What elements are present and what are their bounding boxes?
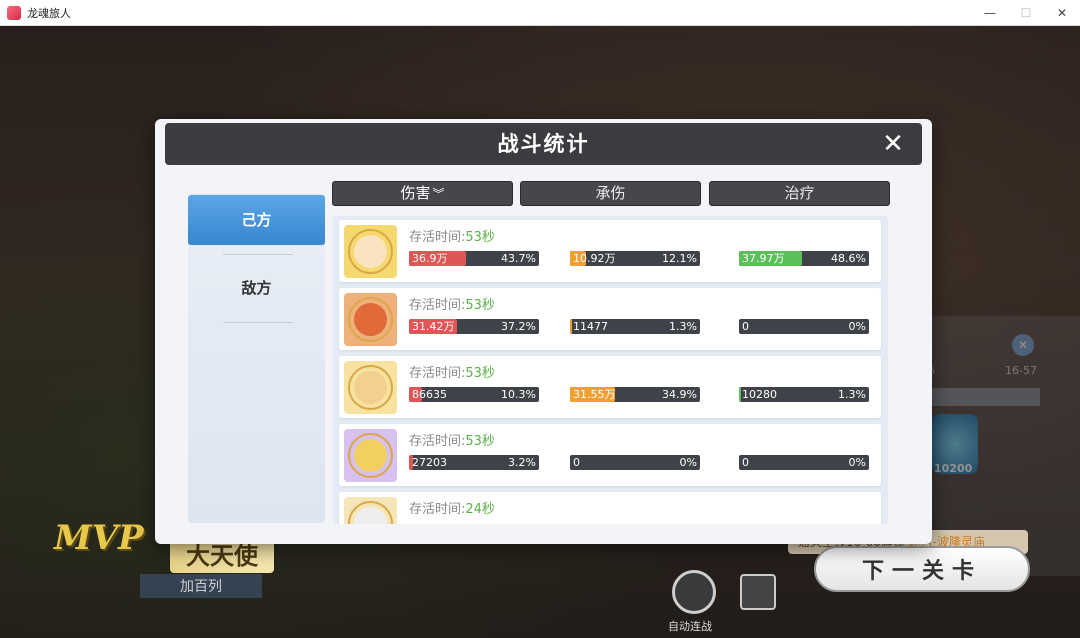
healing-bar: 10280 1.3% — [739, 387, 869, 402]
damage-taken-bar-value: 31.55万 — [573, 388, 616, 401]
survive-time: 存活时间:53秒 — [409, 294, 495, 313]
healing-bar-value: 10280 — [742, 388, 777, 401]
tab-healing[interactable]: 治疗 — [709, 181, 890, 206]
character-row: 存活时间:53秒 86635 10.3% 31.55万 34.9% 10280 1.3% — [339, 356, 881, 418]
healing-bar-percent: 0% — [848, 456, 866, 469]
battle-stats-button[interactable] — [740, 574, 776, 610]
sort-desc-icon: ︾ — [432, 187, 445, 201]
damage-bar-value: 27203 — [412, 456, 447, 469]
window-titlebar: 龙魂旅人 — ☐ ✕ — [0, 0, 1080, 26]
character-row: 存活时间:53秒 31.42万 37.2% 11477 1.3% 0 0% — [339, 288, 881, 350]
survive-label: 存活时间: — [409, 366, 466, 381]
character-avatar[interactable] — [344, 361, 397, 414]
survive-value: 53秒 — [465, 230, 495, 245]
survive-label: 存活时间: — [409, 434, 466, 449]
damage-bar-percent: 3.2% — [508, 456, 536, 469]
avatar-portrait — [354, 371, 387, 404]
auto-battle-label: 自动连战 — [668, 620, 712, 633]
character-row: 存活时间:24秒 — [339, 492, 881, 524]
tab-divider — [223, 322, 293, 323]
tab-divider — [223, 254, 293, 255]
healing-bar-percent: 1.3% — [838, 388, 866, 401]
damage-bar-percent: 10.3% — [501, 388, 536, 401]
tab-damage[interactable]: 伤害 ︾ — [332, 181, 513, 206]
window-title: 龙魂旅人 — [27, 6, 71, 20]
healing-bar-value: 37.97万 — [742, 252, 785, 265]
character-avatar[interactable] — [344, 293, 397, 346]
survive-time: 存活时间:24秒 — [409, 498, 495, 517]
survive-label: 存活时间: — [409, 230, 466, 245]
damage-taken-bar: 10.92万 12.1% — [570, 251, 700, 266]
dialog-title: 战斗统计 — [497, 132, 590, 156]
damage-bar: 27203 3.2% — [409, 455, 539, 470]
damage-bar-value: 31.42万 — [412, 320, 455, 333]
survive-time: 存活时间:53秒 — [409, 430, 495, 449]
healing-bar-percent: 48.6% — [831, 252, 866, 265]
character-avatar[interactable] — [344, 429, 397, 482]
tab-damage-label: 伤害 — [400, 184, 431, 202]
mvp-name: 加百列 — [140, 574, 262, 598]
damage-taken-bar-value: 0 — [573, 456, 580, 469]
damage-bar: 86635 10.3% — [409, 387, 539, 402]
tab-damage-taken[interactable]: 承伤 — [520, 181, 701, 206]
mvp-badge: MVP — [54, 518, 144, 558]
avatar-portrait — [354, 235, 387, 268]
damage-taken-bar-fill — [570, 319, 572, 334]
damage-bar-value: 86635 — [412, 388, 447, 401]
close-icon[interactable]: ✕ — [880, 131, 906, 157]
dialog-header: 战斗统计 ✕ — [165, 123, 922, 165]
next-stage-button[interactable]: 下一关卡 — [814, 546, 1030, 592]
survive-value: 53秒 — [465, 298, 495, 313]
tab-own-side[interactable]: 己方 — [188, 195, 325, 245]
damage-taken-bar-value: 10.92万 — [573, 252, 616, 265]
damage-bar: 31.42万 37.2% — [409, 319, 539, 334]
survive-value: 24秒 — [465, 502, 495, 517]
damage-bar: 36.9万 43.7% — [409, 251, 539, 266]
healing-bar: 37.97万 48.6% — [739, 251, 869, 266]
avatar-portrait — [354, 303, 387, 336]
minimize-icon[interactable]: — — [972, 0, 1008, 26]
damage-bar-percent: 37.2% — [501, 320, 536, 333]
character-avatar[interactable] — [344, 225, 397, 278]
damage-bar-value: 36.9万 — [412, 252, 448, 265]
damage-taken-bar-percent: 0% — [679, 456, 697, 469]
battle-stats-dialog: 战斗统计 ✕ 己方 敌方 伤害 ︾ 承伤 治疗 存活时间:53秒 36.9万 43.7… — [155, 119, 932, 544]
damage-taken-bar: 31.55万 34.9% — [570, 387, 700, 402]
damage-taken-bar-percent: 34.9% — [662, 388, 697, 401]
auto-battle-button[interactable] — [672, 570, 716, 614]
damage-taken-bar-percent: 1.3% — [669, 320, 697, 333]
survive-value: 53秒 — [465, 366, 495, 381]
character-row: 存活时间:53秒 27203 3.2% 0 0% 0 0% — [339, 424, 881, 486]
healing-bar-fill — [739, 387, 741, 402]
side-tab-panel: 己方 敌方 — [188, 193, 325, 523]
damage-bar-percent: 43.7% — [501, 252, 536, 265]
damage-taken-bar-percent: 12.1% — [662, 252, 697, 265]
healing-bar-value: 0 — [742, 320, 749, 333]
character-stats-list[interactable]: 存活时间:53秒 36.9万 43.7% 10.92万 12.1% 37.97万 48.6%… — [333, 216, 888, 524]
damage-taken-bar: 0 0% — [570, 455, 700, 470]
damage-taken-bar: 11477 1.3% — [570, 319, 700, 334]
survive-time: 存活时间:53秒 — [409, 362, 495, 381]
avatar-portrait — [354, 439, 387, 472]
close-window-icon[interactable]: ✕ — [1044, 0, 1080, 26]
survive-value: 53秒 — [465, 434, 495, 449]
character-row: 存活时间:53秒 36.9万 43.7% 10.92万 12.1% 37.97万 48.6% — [339, 220, 881, 282]
tab-enemy-side[interactable]: 敌方 — [188, 263, 325, 313]
survive-time: 存活时间:53秒 — [409, 226, 495, 245]
healing-bar-value: 0 — [742, 456, 749, 469]
survive-label: 存活时间: — [409, 298, 466, 313]
character-avatar[interactable] — [344, 497, 397, 524]
healing-bar: 0 0% — [739, 319, 869, 334]
damage-taken-bar-value: 11477 — [573, 320, 608, 333]
healing-bar: 0 0% — [739, 455, 869, 470]
healing-bar-percent: 0% — [848, 320, 866, 333]
app-icon — [7, 5, 21, 20]
survive-label: 存活时间: — [409, 502, 466, 517]
window-controls: — ☐ ✕ — [972, 0, 1080, 26]
maximize-icon[interactable]: ☐ — [1008, 0, 1044, 26]
